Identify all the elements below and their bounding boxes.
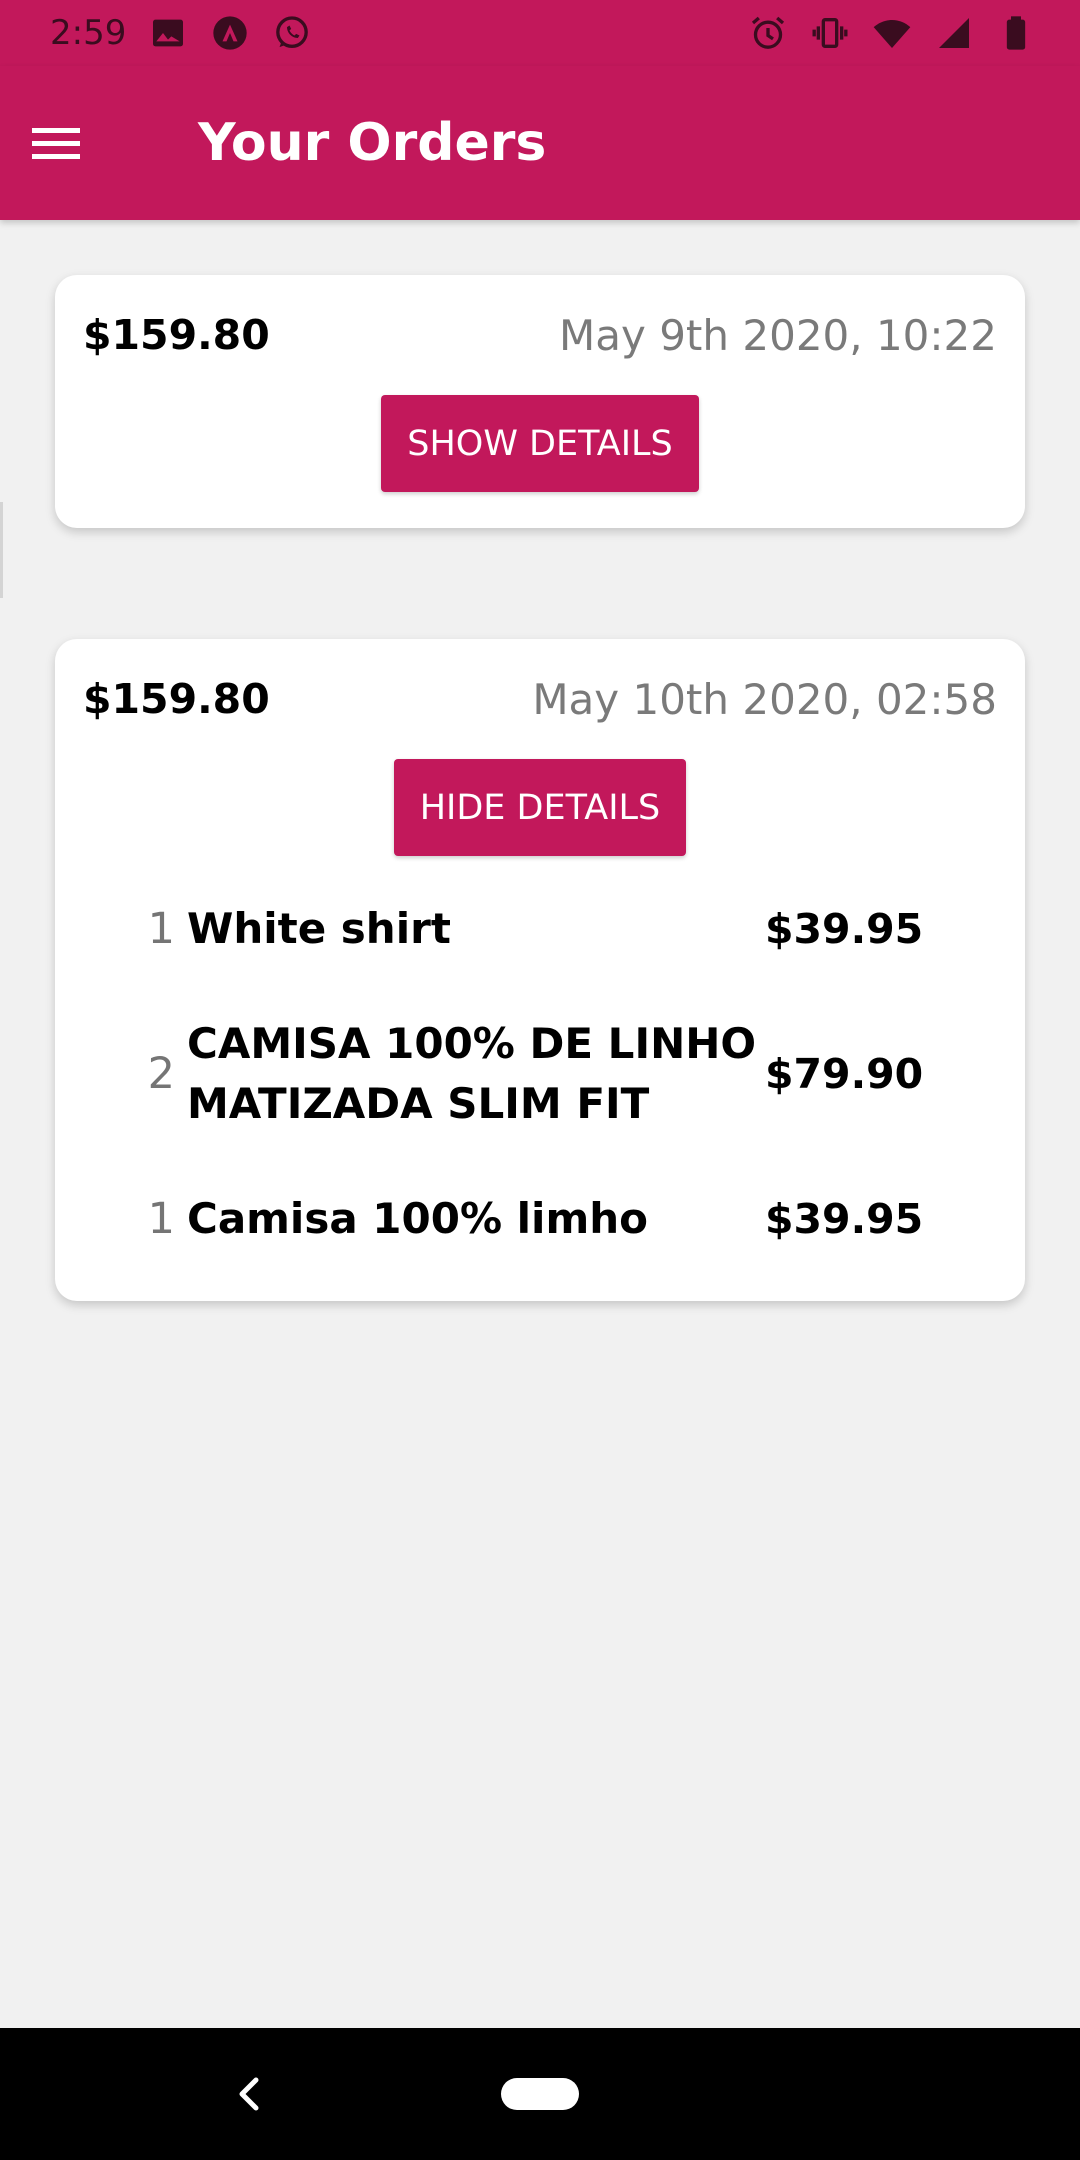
order-header: $159.80 May 9th 2020, 10:22 [55, 275, 1025, 395]
order-card: $159.80 May 10th 2020, 02:58 HIDE DETAIL… [55, 639, 1025, 1301]
order-item: 1 White shirt $39.95 [135, 870, 935, 988]
item-quantity: 2 [147, 1049, 175, 1099]
hamburger-menu-icon[interactable] [26, 113, 86, 173]
vibrate-icon [810, 13, 850, 53]
page-title: Your Orders [198, 113, 547, 173]
item-name: Camisa 100% limho [187, 1194, 648, 1243]
hide-details-button[interactable]: HIDE DETAILS [394, 759, 686, 856]
item-name: CAMISA 100% DE LINHO MATIZADA SLIM FIT [187, 1019, 757, 1128]
image-icon [148, 13, 188, 53]
drawer-edge-handle[interactable] [0, 502, 3, 598]
order-items-list: 1 White shirt $39.95 2 CAMISA 100% DE LI… [55, 856, 1025, 1312]
order-date: May 10th 2020, 02:58 [532, 674, 997, 724]
order-amount: $159.80 [83, 311, 270, 359]
signal-icon [934, 13, 974, 53]
whatsapp-icon [272, 13, 312, 53]
order-button-row: SHOW DETAILS [55, 395, 1025, 492]
order-card: $159.80 May 9th 2020, 10:22 SHOW DETAILS [55, 275, 1025, 528]
back-chevron-icon[interactable] [222, 2066, 278, 2122]
app-bar: Your Orders [0, 66, 1080, 220]
order-item: 2 CAMISA 100% DE LINHO MATIZADA SLIM FIT… [135, 988, 935, 1160]
order-date: May 9th 2020, 10:22 [559, 310, 997, 360]
item-price: $39.95 [765, 905, 924, 953]
system-nav-bar [0, 2028, 1080, 2160]
home-pill-icon[interactable] [501, 2078, 579, 2110]
order-amount: $159.80 [83, 675, 270, 723]
item-price: $79.90 [765, 1050, 924, 1098]
battery-icon [996, 13, 1036, 53]
order-button-row: HIDE DETAILS [55, 759, 1025, 856]
order-header: $159.80 May 10th 2020, 02:58 [55, 639, 1025, 759]
show-details-button[interactable]: SHOW DETAILS [381, 395, 699, 492]
item-quantity: 1 [147, 904, 175, 954]
status-bar-left: 2:59 [50, 13, 312, 53]
item-price: $39.95 [765, 1195, 924, 1243]
order-item: 1 Camisa 100% limho $39.95 [135, 1160, 935, 1278]
item-name: White shirt [187, 904, 451, 953]
wifi-icon [872, 13, 912, 53]
alarm-icon [748, 13, 788, 53]
status-bar-right [748, 13, 1036, 53]
item-quantity: 1 [147, 1194, 175, 1244]
status-time: 2:59 [50, 13, 127, 53]
app-a-icon [210, 13, 250, 53]
status-bar: 2:59 [0, 0, 1080, 66]
